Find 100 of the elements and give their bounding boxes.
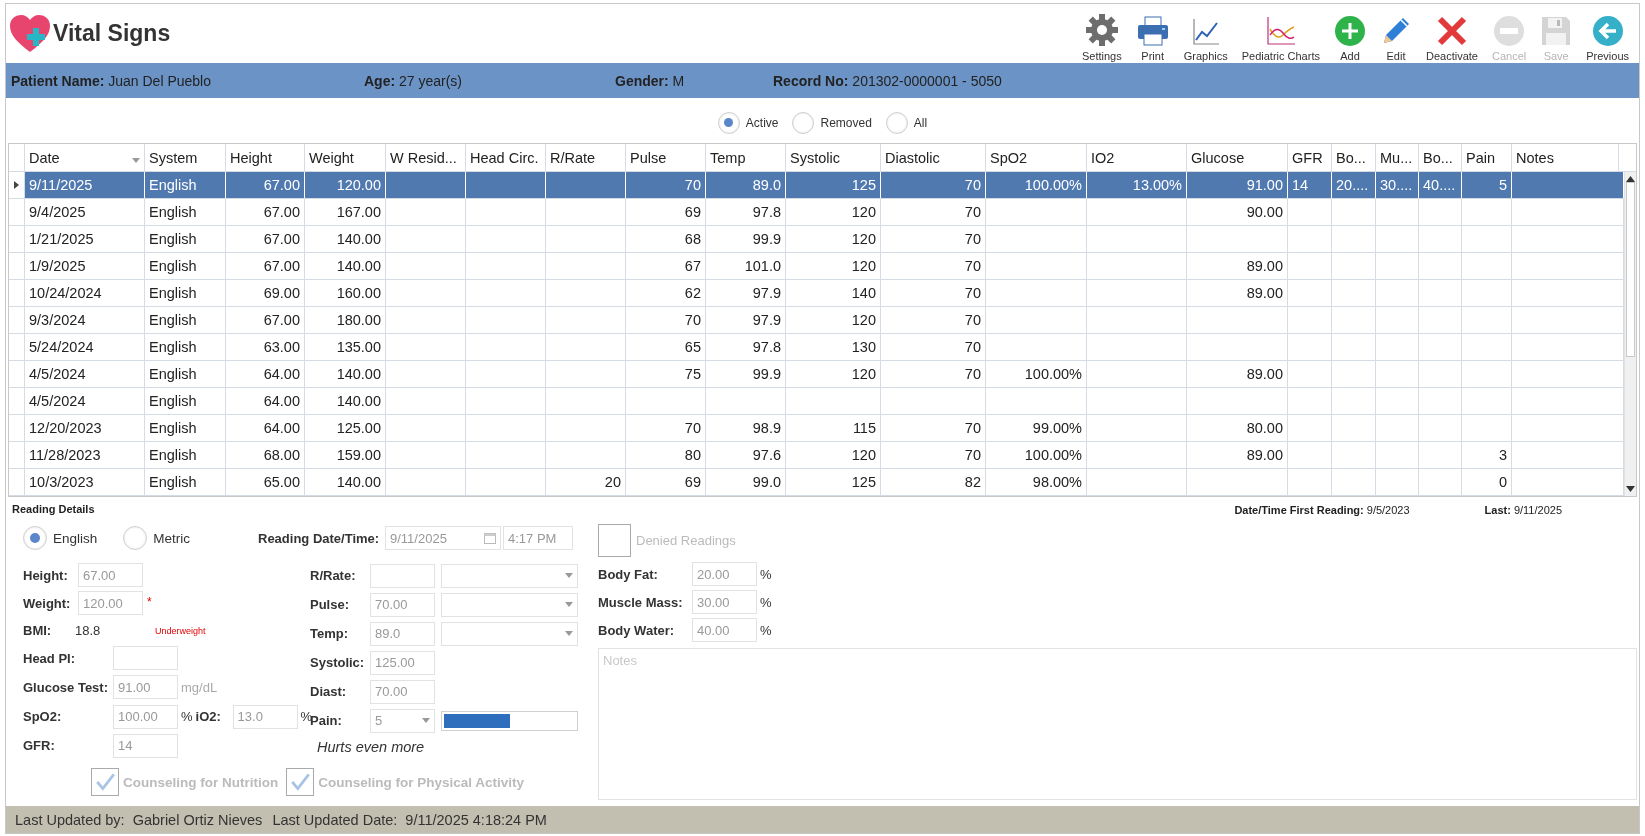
table-cell: 140 — [851, 285, 876, 301]
radio-button[interactable] — [717, 111, 740, 134]
radio-button[interactable] — [792, 111, 815, 134]
toolbar-button[interactable]: Add — [1327, 5, 1372, 62]
toolbar-button[interactable]: Settings — [1075, 5, 1128, 62]
column-header[interactable]: Bo... — [1332, 144, 1376, 171]
table-row[interactable]: 10/3/2023 English 65.00 140.00 20 69 99.0 125 82 98.00% 0 — [9, 469, 1624, 496]
checkbox[interactable] — [286, 768, 315, 796]
column-header[interactable]: W Resid... — [386, 144, 466, 171]
table-cell: 90.00 — [1246, 204, 1283, 220]
table-cell: 99.9 — [752, 231, 781, 247]
table-row[interactable]: 12/20/2023 English 64.00 125.00 70 98.9 115 70 99.00% 80.00 — [9, 415, 1624, 442]
unit-dropdown[interactable] — [441, 621, 578, 646]
toolbar-button[interactable]: Pediatric Charts — [1235, 5, 1326, 62]
table-row[interactable]: 1/9/2025 English 67.00 140.00 67 101.0 120 70 89.00 — [9, 253, 1624, 280]
table-row[interactable]: 4/5/2024 English 64.00 140.00 75 99.9 120 70 100.00% 89.00 — [9, 361, 1624, 388]
table-cell: 120 — [851, 312, 876, 328]
scroll-down-icon[interactable] — [1626, 486, 1635, 492]
bmi-value: 18.8 — [75, 623, 102, 638]
gear-icon — [1084, 12, 1119, 47]
table-cell: English — [149, 231, 197, 247]
table-cell: 67 — [684, 258, 701, 274]
column-header[interactable]: Bo... — [1419, 144, 1462, 171]
table-cell: 80.00 — [1246, 420, 1283, 436]
column-header[interactable]: Systolic — [786, 144, 881, 171]
unit-dropdown[interactable] — [441, 563, 578, 588]
field-label: GFR: — [23, 738, 56, 753]
radio-label: Removed — [820, 115, 872, 130]
table-cell: 65 — [684, 339, 701, 355]
table-cell: 125 — [851, 474, 876, 490]
toolbar-button[interactable]: Previous — [1580, 5, 1635, 62]
table-row[interactable]: 4/5/2024 English 64.00 140.00 — [9, 388, 1624, 415]
table-cell: 69 — [684, 474, 701, 490]
checkbox[interactable] — [91, 768, 119, 796]
radio-label: Active — [745, 115, 779, 130]
field-label: Systolic: — [310, 655, 366, 670]
column-header[interactable]: Glucose — [1187, 144, 1288, 171]
column-header[interactable]: Temp — [706, 144, 786, 171]
table-cell: 97.8 — [752, 339, 781, 355]
column-header[interactable]: Pain — [1462, 144, 1512, 171]
radio-button[interactable] — [885, 111, 908, 134]
radio-button[interactable] — [23, 526, 47, 550]
column-header[interactable]: Diastolic — [881, 144, 986, 171]
table-cell: English — [149, 393, 197, 409]
checkbox[interactable] — [598, 523, 631, 557]
column-header[interactable]: Pulse — [626, 144, 706, 171]
section-title: Reading Details — [12, 503, 96, 515]
table-row[interactable]: 9/11/2025 English 67.00 120.00 70 89.0 125 70 100.00% 13.00% 91.00 14 20.... 30.... 40.... 5 — [9, 172, 1624, 199]
field-label: SpO2: — [23, 709, 63, 724]
column-header[interactable]: R/Rate — [546, 144, 626, 171]
column-header[interactable]: IO2 — [1087, 144, 1187, 171]
column-header[interactable]: GFR — [1288, 144, 1332, 171]
table-cell: 140.00 — [336, 393, 381, 409]
table-cell: 100.00% — [1024, 177, 1082, 193]
column-header[interactable]: Head Circ. — [466, 144, 546, 171]
column-header[interactable]: Height — [226, 144, 305, 171]
unit-dropdown[interactable] — [441, 592, 578, 617]
field-label: Temp: — [310, 626, 350, 641]
field-label: Muscle Mass: — [598, 594, 684, 610]
scrollbar[interactable] — [1624, 172, 1636, 496]
head-pi-field[interactable] — [113, 646, 178, 670]
table-cell: 91.00 — [1246, 177, 1283, 193]
dropdown-caret-icon — [565, 602, 573, 607]
table-cell: 160.00 — [336, 285, 381, 301]
table-cell: 68.00 — [263, 447, 300, 463]
vital-field[interactable] — [370, 563, 435, 588]
column-header[interactable]: Mu... — [1376, 144, 1419, 171]
table-cell: English — [149, 339, 197, 355]
table-cell: 89.00 — [1246, 258, 1283, 274]
column-header[interactable]: Date — [25, 144, 145, 171]
table-cell: 64.00 — [263, 393, 300, 409]
info-label: Date/Time First Reading: — [1234, 504, 1364, 518]
table-cell: 1/21/2025 — [29, 231, 94, 247]
table-cell: 40.... — [1423, 177, 1456, 193]
radio-button[interactable] — [123, 526, 148, 550]
table-cell: 89.0 — [752, 177, 781, 193]
table-row[interactable]: 5/24/2024 English 63.00 135.00 65 97.8 130 70 — [9, 334, 1624, 361]
column-header[interactable]: System — [145, 144, 226, 171]
column-header[interactable]: SpO2 — [986, 144, 1087, 171]
column-header[interactable]: Notes — [1512, 144, 1619, 171]
calendar-icon — [484, 532, 496, 544]
table-cell: 99.9 — [752, 366, 781, 382]
table-cell: 98.00% — [1032, 474, 1082, 490]
table-row[interactable]: 10/24/2024 English 69.00 160.00 62 97.9 140 70 89.00 — [9, 280, 1624, 307]
pain-description: Hurts even more — [317, 739, 425, 755]
toolbar-button[interactable]: Print — [1129, 5, 1176, 62]
toolbar-button[interactable]: Graphics — [1177, 5, 1234, 62]
table-row[interactable]: 11/28/2023 English 68.00 159.00 80 97.6 120 70 100.00% 89.00 3 — [9, 442, 1624, 469]
table-row[interactable]: 9/4/2025 English 67.00 167.00 69 97.8 120 70 90.00 — [9, 199, 1624, 226]
toolbar-button[interactable]: Deactivate — [1419, 5, 1484, 62]
table-cell: 75 — [684, 366, 701, 382]
table-cell: 12/20/2023 — [29, 420, 102, 436]
toolbar-button[interactable]: Edit — [1373, 5, 1418, 62]
table-cell: English — [149, 312, 197, 328]
table-cell: English — [149, 420, 197, 436]
table-row[interactable]: 9/3/2024 English 67.00 180.00 70 97.9 120 70 — [9, 307, 1624, 334]
required-mark: * — [147, 595, 152, 609]
table-cell: 89.00 — [1246, 447, 1283, 463]
column-header[interactable]: Weight — [305, 144, 386, 171]
table-row[interactable]: 1/21/2025 English 67.00 140.00 68 99.9 120 70 — [9, 226, 1624, 253]
